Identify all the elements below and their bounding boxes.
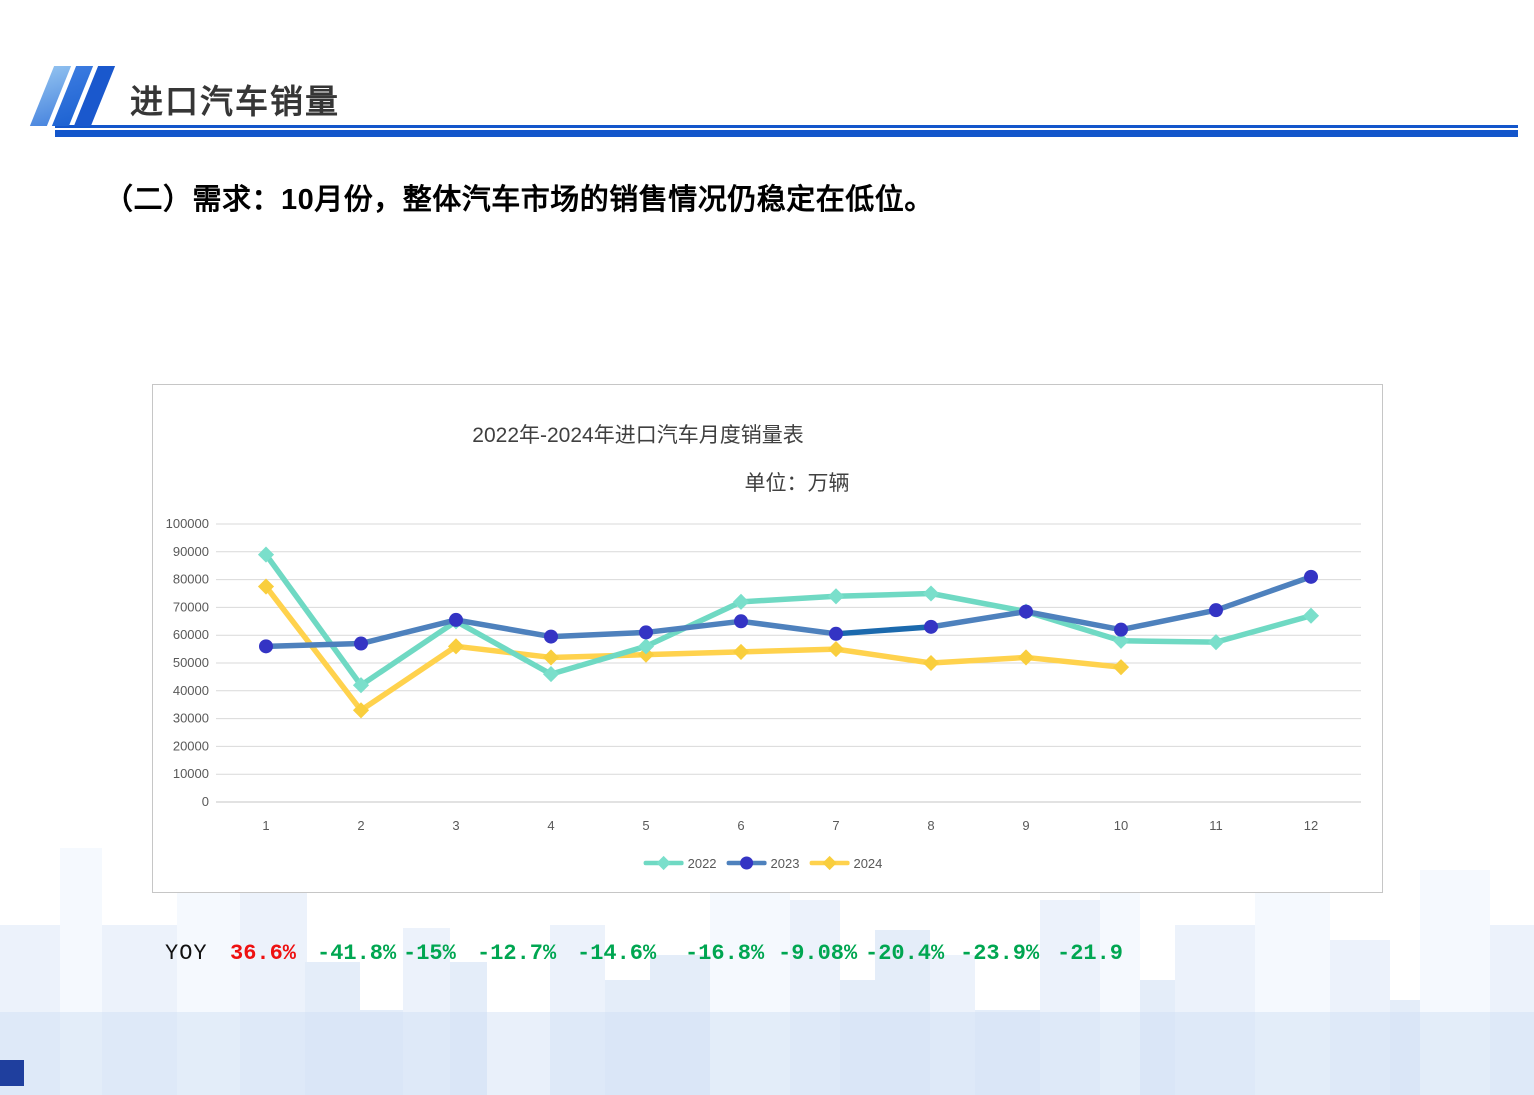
svg-text:20000: 20000 bbox=[173, 738, 209, 753]
chart-title: 2022年-2024年进口汽车月度销量表 bbox=[472, 419, 803, 449]
svg-text:8: 8 bbox=[927, 818, 934, 833]
svg-text:4: 4 bbox=[547, 818, 554, 833]
yoy-value: -14.6% bbox=[577, 941, 656, 966]
svg-text:30000: 30000 bbox=[173, 711, 209, 726]
svg-text:9: 9 bbox=[1022, 818, 1029, 833]
yoy-value: -41.8% bbox=[317, 941, 396, 966]
svg-text:10000: 10000 bbox=[173, 766, 209, 781]
legend-marker-icon bbox=[644, 855, 684, 871]
svg-text:10: 10 bbox=[1114, 818, 1128, 833]
svg-text:11: 11 bbox=[1209, 818, 1223, 833]
yoy-value: 36.6% bbox=[230, 941, 296, 966]
logo-slashes bbox=[28, 66, 138, 130]
svg-text:2: 2 bbox=[357, 818, 364, 833]
corner-accent-square bbox=[0, 1060, 24, 1086]
legend-item-2023: 2023 bbox=[727, 855, 800, 871]
gridlines-and-axes: 0 10000 20000 30000 40000 50000 60000 70000 8000… bbox=[166, 516, 1361, 833]
chart-panel: 0 10000 20000 30000 40000 50000 60000 70000 8000… bbox=[152, 384, 1383, 893]
series-2024 bbox=[258, 578, 1129, 718]
svg-text:50000: 50000 bbox=[173, 655, 209, 670]
yoy-value: -12.7% bbox=[477, 941, 556, 966]
svg-text:40000: 40000 bbox=[173, 683, 209, 698]
section-subtitle: （二）需求：10月份，整体汽车市场的销售情况仍稳定在低位。 bbox=[104, 176, 1424, 218]
header-rule bbox=[55, 125, 1518, 137]
slide-page: { "header": { "title": "进口汽车销量", "accent… bbox=[0, 0, 1534, 1095]
yoy-value: -23.9% bbox=[960, 941, 1039, 966]
svg-text:0: 0 bbox=[202, 794, 209, 809]
legend-label: 2024 bbox=[853, 856, 882, 871]
yoy-value: -15% bbox=[403, 941, 456, 966]
svg-text:3: 3 bbox=[452, 818, 459, 833]
svg-text:7: 7 bbox=[832, 818, 839, 833]
yoy-value: -21.9 bbox=[1057, 941, 1123, 966]
chart-unit-label: 单位：万辆 bbox=[745, 467, 850, 497]
legend-item-2024: 2024 bbox=[809, 855, 882, 871]
legend-label: 2022 bbox=[688, 856, 717, 871]
svg-text:70000: 70000 bbox=[173, 599, 209, 614]
chart-legend: 2022 2023 2024 bbox=[644, 855, 883, 871]
svg-text:1: 1 bbox=[262, 818, 269, 833]
yoy-label: YOY bbox=[165, 941, 208, 966]
svg-text:80000: 80000 bbox=[173, 572, 209, 587]
svg-text:100000: 100000 bbox=[166, 516, 209, 531]
yoy-value: -9.08% bbox=[778, 941, 857, 966]
yoy-value: -20.4% bbox=[865, 941, 944, 966]
legend-marker-icon bbox=[727, 855, 767, 871]
legend-marker-icon bbox=[809, 855, 849, 871]
legend-item-2022: 2022 bbox=[644, 855, 717, 871]
svg-text:60000: 60000 bbox=[173, 627, 209, 642]
svg-text:90000: 90000 bbox=[173, 544, 209, 559]
svg-text:6: 6 bbox=[737, 818, 744, 833]
sales-line-chart: 0 10000 20000 30000 40000 50000 60000 70000 8000… bbox=[153, 385, 1384, 894]
legend-label: 2023 bbox=[771, 856, 800, 871]
yoy-value: -16.8% bbox=[685, 941, 764, 966]
svg-text:12: 12 bbox=[1304, 818, 1318, 833]
page-title: 进口汽车销量 bbox=[130, 75, 340, 123]
svg-text:5: 5 bbox=[642, 818, 649, 833]
yoy-row: YOY 36.6% -41.8% -15% -12.7% -14.6% -16.8% -9.… bbox=[0, 941, 1534, 977]
